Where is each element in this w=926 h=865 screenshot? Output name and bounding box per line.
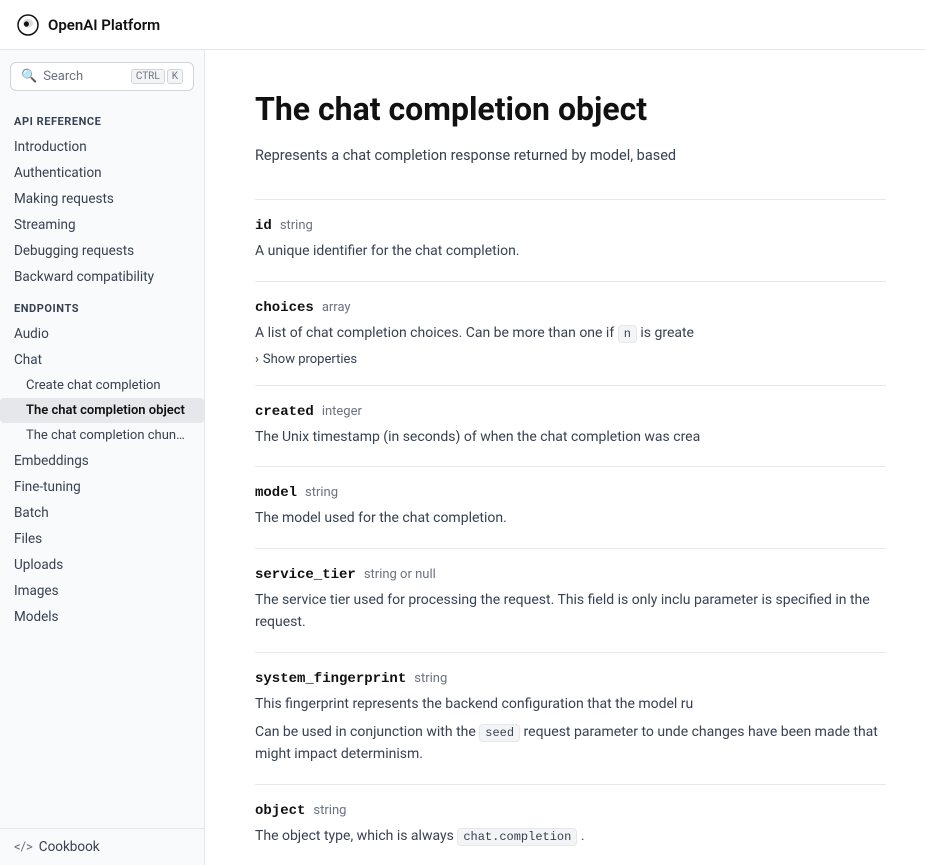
search-icon: 🔍 [21, 69, 37, 84]
field-object-name: object [255, 803, 305, 819]
field-id-type: string [280, 218, 313, 233]
sidebar-item-batch[interactable]: Batch [0, 500, 204, 526]
sidebar: 🔍 Search CTRL K API REFERENCE Introducti… [0, 50, 205, 865]
sidebar-item-fine-tuning[interactable]: Fine-tuning [0, 474, 204, 500]
sidebar-item-authentication[interactable]: Authentication [0, 160, 204, 186]
api-reference-section-label: API REFERENCE [0, 103, 204, 134]
sidebar-item-debugging-requests[interactable]: Debugging requests [0, 238, 204, 264]
sidebar-item-chat-completion-object[interactable]: The chat completion object [0, 398, 204, 423]
field-model-header: model string [255, 485, 886, 501]
sidebar-item-embeddings[interactable]: Embeddings [0, 448, 204, 474]
field-created-type: integer [322, 404, 362, 419]
field-choices: choices array A list of chat completion … [255, 281, 886, 385]
field-system-fingerprint-header: system_fingerprint string [255, 671, 886, 687]
sidebar-item-models[interactable]: Models [0, 604, 204, 630]
field-choices-name: choices [255, 300, 314, 316]
sidebar-item-chat-completion-chunk-object[interactable]: The chat completion chunk object [0, 423, 204, 448]
sidebar-item-images[interactable]: Images [0, 578, 204, 604]
field-system-fingerprint-type: string [414, 671, 447, 686]
search-box[interactable]: 🔍 Search CTRL K [10, 62, 194, 91]
cookbook-label: Cookbook [39, 839, 100, 855]
search-keyboard-shortcut: CTRL K [131, 69, 183, 84]
main-layout: 🔍 Search CTRL K API REFERENCE Introducti… [0, 50, 926, 865]
search-placeholder: Search [43, 69, 125, 84]
sidebar-item-chat[interactable]: Chat [0, 347, 204, 373]
endpoints-section-label: ENDPOINTS [0, 290, 204, 321]
sidebar-footer: </> Cookbook [0, 828, 204, 865]
cookbook-item[interactable]: </> Cookbook [14, 839, 190, 855]
cookbook-icon: </> [14, 840, 33, 855]
field-model-name: model [255, 485, 297, 501]
field-id: id string A unique identifier for the ch… [255, 199, 886, 280]
choices-n-code: n [618, 325, 637, 343]
field-service-tier-description: The service tier used for processing the… [255, 589, 886, 634]
field-object: object string The object type, which is … [255, 784, 886, 865]
choices-show-properties[interactable]: › Show properties [255, 352, 886, 367]
sidebar-item-making-requests[interactable]: Making requests [0, 186, 204, 212]
ctrl-key: CTRL [131, 69, 165, 84]
field-choices-header: choices array [255, 300, 886, 316]
field-created: created integer The Unix timestamp (in s… [255, 385, 886, 466]
field-system-fingerprint-desc2: Can be used in conjunction with the seed… [255, 721, 886, 766]
field-choices-description: A list of chat completion choices. Can b… [255, 322, 886, 344]
field-object-description: The object type, which is always chat.co… [255, 825, 886, 847]
field-service-tier-header: service_tier string or null [255, 567, 886, 583]
page-title: The chat completion object [255, 90, 886, 128]
field-created-name: created [255, 404, 314, 420]
field-created-header: created integer [255, 404, 886, 420]
seed-code: seed [479, 724, 520, 742]
field-service-tier-name: service_tier [255, 567, 356, 583]
sidebar-item-backward-compatibility[interactable]: Backward compatibility [0, 264, 204, 290]
sidebar-item-audio[interactable]: Audio [0, 321, 204, 347]
sidebar-item-create-chat-completion[interactable]: Create chat completion [0, 373, 204, 398]
content-area: The chat completion object Represents a … [205, 50, 926, 865]
chat-completion-code: chat.completion [457, 828, 577, 846]
field-created-description: The Unix timestamp (in seconds) of when … [255, 426, 886, 448]
field-model-description: The model used for the chat completion. [255, 507, 886, 529]
field-system-fingerprint-name: system_fingerprint [255, 671, 406, 687]
field-choices-type: array [322, 300, 351, 315]
field-system-fingerprint: system_fingerprint string This fingerpri… [255, 652, 886, 784]
choices-chevron-icon: › [255, 352, 259, 367]
sidebar-nav: API REFERENCE Introduction Authenticatio… [0, 103, 204, 828]
field-id-name: id [255, 218, 272, 234]
sidebar-item-uploads[interactable]: Uploads [0, 552, 204, 578]
page-description: Represents a chat completion response re… [255, 144, 886, 167]
field-service-tier: service_tier string or null The service … [255, 548, 886, 652]
field-id-header: id string [255, 218, 886, 234]
field-system-fingerprint-desc1: This fingerprint represents the backend … [255, 693, 886, 715]
choices-show-properties-label: Show properties [263, 352, 357, 367]
openai-logo-icon [16, 13, 40, 37]
logo-text: OpenAI Platform [48, 16, 160, 34]
field-model-type: string [305, 485, 338, 500]
field-object-header: object string [255, 803, 886, 819]
field-id-description: A unique identifier for the chat complet… [255, 240, 886, 262]
sidebar-item-files[interactable]: Files [0, 526, 204, 552]
top-header: OpenAI Platform [0, 0, 926, 50]
sidebar-item-introduction[interactable]: Introduction [0, 134, 204, 160]
sidebar-item-streaming[interactable]: Streaming [0, 212, 204, 238]
k-key: K [167, 69, 183, 84]
field-service-tier-type: string or null [364, 567, 436, 582]
field-model: model string The model used for the chat… [255, 466, 886, 547]
logo-area[interactable]: OpenAI Platform [16, 13, 160, 37]
field-object-type: string [313, 803, 346, 818]
